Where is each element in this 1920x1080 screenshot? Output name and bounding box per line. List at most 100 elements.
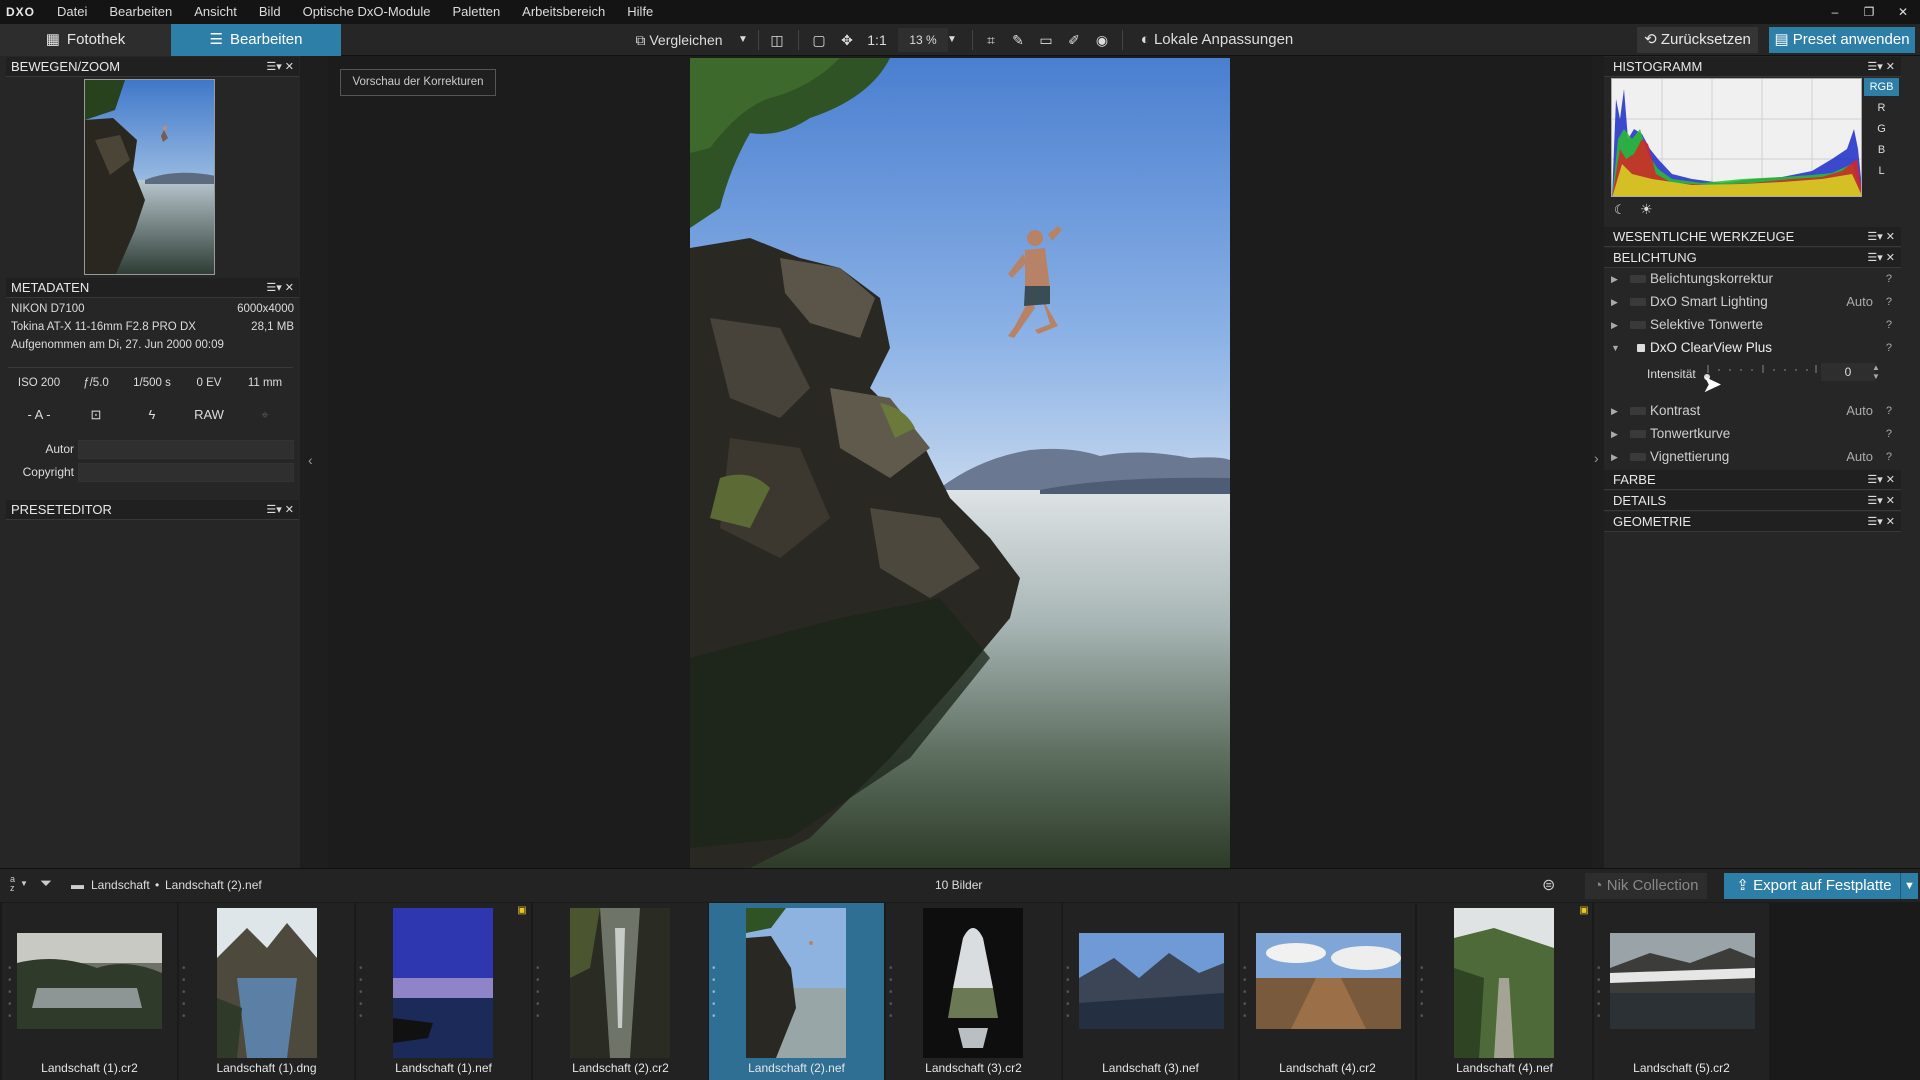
breadcrumb-file[interactable]: Landschaft (2).nef: [165, 878, 262, 892]
tool-toggle[interactable]: [1630, 275, 1646, 283]
details-header[interactable]: DETAILS ☰▾ ✕: [1604, 491, 1901, 511]
tool-tonwertkurve[interactable]: ▶ Tonwertkurve ?: [1604, 423, 1901, 445]
exposure-header[interactable]: BELICHTUNG ☰▾ ✕: [1604, 248, 1901, 268]
panel-menu-icon[interactable]: ☰▾ ✕: [1867, 470, 1895, 490]
author-field[interactable]: [78, 440, 294, 459]
left-panel-collapse-strip[interactable]: ‹: [300, 56, 328, 868]
essential-tools-header[interactable]: WESENTLICHE WERKZEUGE ☰▾ ✕: [1604, 227, 1901, 247]
tool-toggle[interactable]: [1637, 344, 1645, 352]
breadcrumb-folder[interactable]: Landschaft: [91, 878, 150, 892]
rating-dots[interactable]: • • • • •: [889, 963, 893, 1023]
film-item[interactable]: • • • • • Landschaft (2).cr2: [533, 903, 708, 1080]
film-item-selected[interactable]: • • • • • Landschaft (2).nef: [709, 903, 884, 1080]
panel-menu-icon[interactable]: ☰▾ ✕: [266, 278, 294, 298]
film-item[interactable]: • • • • • Landschaft (1).cr2: [2, 903, 177, 1080]
preset-editor-header[interactable]: PRESETEDITOR ☰▾ ✕: [6, 500, 299, 520]
film-item[interactable]: • • • • • Landschaft (3).cr2: [886, 903, 1061, 1080]
panel-menu-icon[interactable]: ☰▾ ✕: [1867, 57, 1895, 77]
picker-icon[interactable]: ✎: [1007, 28, 1029, 52]
channel-rgb[interactable]: RGB: [1864, 78, 1899, 96]
fit-screen-icon[interactable]: ▢: [808, 28, 830, 52]
rating-dots[interactable]: • • • • •: [1066, 963, 1070, 1023]
minimize-button[interactable]: –: [1818, 0, 1852, 24]
menu-bild[interactable]: Bild: [248, 0, 292, 24]
panel-menu-icon[interactable]: ☰▾ ✕: [1867, 491, 1895, 511]
sort-dropdown-icon[interactable]: ▼: [20, 879, 28, 888]
channel-r[interactable]: R: [1864, 99, 1899, 117]
color-header[interactable]: FARBE ☰▾ ✕: [1604, 470, 1901, 490]
right-panel-collapse-strip[interactable]: ›: [1592, 56, 1604, 868]
help-icon[interactable]: ?: [1886, 446, 1892, 468]
highlight-clipping-icon[interactable]: ☀: [1640, 201, 1653, 218]
intensity-value-field[interactable]: 0: [1821, 363, 1875, 381]
shadow-clipping-icon[interactable]: ☾: [1614, 202, 1626, 218]
geometry-header[interactable]: GEOMETRIE ☰▾ ✕: [1604, 512, 1901, 532]
filter-icon[interactable]: ⏷: [40, 875, 52, 892]
copyright-field[interactable]: [78, 463, 294, 482]
close-button[interactable]: ✕: [1886, 0, 1920, 24]
menu-ansicht[interactable]: Ansicht: [183, 0, 248, 24]
zoom-field[interactable]: 13 %: [898, 28, 948, 52]
compare-dropdown-icon[interactable]: ▼: [735, 28, 751, 52]
compare-button[interactable]: ⧉ Vergleichen: [624, 28, 734, 52]
tool-selektive-tonwerte[interactable]: ▶ Selektive Tonwerte ?: [1604, 314, 1901, 336]
channel-l[interactable]: L: [1864, 162, 1899, 180]
tool-toggle[interactable]: [1630, 321, 1646, 329]
repair-icon[interactable]: ✐: [1063, 28, 1085, 52]
menu-arbeitsbereich[interactable]: Arbeitsbereich: [511, 0, 616, 24]
expand-icon[interactable]: ▶: [1611, 423, 1618, 445]
expand-icon[interactable]: ▶: [1611, 400, 1618, 422]
horizon-icon[interactable]: ▭: [1035, 28, 1057, 52]
help-icon[interactable]: ?: [1886, 291, 1892, 313]
panel-menu-icon[interactable]: ☰▾ ✕: [1867, 248, 1895, 268]
main-photo[interactable]: [690, 58, 1230, 868]
menu-bearbeiten[interactable]: Bearbeiten: [98, 0, 183, 24]
spinner-icon[interactable]: ▲ ▼: [1872, 363, 1880, 381]
tool-toggle[interactable]: [1630, 453, 1646, 461]
film-item[interactable]: • • • • • Landschaft (5).cr2: [1594, 903, 1769, 1080]
tool-toggle[interactable]: [1630, 407, 1646, 415]
help-icon[interactable]: ?: [1886, 423, 1892, 445]
collapse-icon[interactable]: ▼: [1611, 337, 1620, 359]
channel-b[interactable]: B: [1864, 141, 1899, 159]
tool-kontrast[interactable]: ▶ Kontrast Auto ?: [1604, 400, 1901, 422]
tab-bearbeiten[interactable]: ☰ Bearbeiten: [171, 24, 341, 56]
tool-belichtungskorrektur[interactable]: ▶ Belichtungskorrektur ?: [1604, 268, 1901, 290]
tool-toggle[interactable]: [1630, 298, 1646, 306]
sort-icon[interactable]: a z: [10, 875, 15, 893]
rating-dots[interactable]: • • • • •: [1243, 963, 1247, 1023]
navigator-thumbnail[interactable]: [84, 79, 215, 275]
help-icon[interactable]: ?: [1886, 268, 1892, 290]
expand-icon[interactable]: ▶: [1611, 446, 1618, 468]
film-item[interactable]: • • • • • Landschaft (3).nef: [1063, 903, 1238, 1080]
tool-smart-lighting[interactable]: ▶ DxO Smart Lighting Auto ?: [1604, 291, 1901, 313]
one-to-one-button[interactable]: 1:1: [862, 28, 892, 52]
eye-icon[interactable]: ◉: [1091, 28, 1113, 52]
film-item[interactable]: ▣ • • • • • Landschaft (1).nef: [356, 903, 531, 1080]
rating-dots[interactable]: • • • • •: [1420, 963, 1424, 1023]
share-icon[interactable]: ⊜: [1542, 875, 1555, 895]
rating-dots[interactable]: • • • • •: [1597, 963, 1601, 1023]
menu-datei[interactable]: Datei: [46, 0, 98, 24]
help-icon[interactable]: ?: [1886, 337, 1892, 359]
histogram-header[interactable]: HISTOGRAMM ☰▾ ✕: [1604, 57, 1901, 77]
rating-dots[interactable]: • • • • •: [712, 963, 716, 1023]
menu-hilfe[interactable]: Hilfe: [616, 0, 664, 24]
rating-dots[interactable]: • • • • •: [8, 963, 12, 1023]
export-dropdown-icon[interactable]: ▼: [1900, 873, 1918, 899]
nik-collection-button[interactable]: ◔ Nik Collection: [1585, 873, 1707, 899]
restore-button[interactable]: ❐: [1852, 0, 1886, 24]
film-item[interactable]: ▣ • • • • • Landschaft (4).nef: [1417, 903, 1592, 1080]
tool-clearview-plus[interactable]: ▼ DxO ClearView Plus ?: [1604, 337, 1901, 359]
expand-icon[interactable]: ▶: [1611, 268, 1618, 290]
panel-menu-icon[interactable]: ☰▾ ✕: [1867, 227, 1895, 247]
panel-menu-icon[interactable]: ☰▾ ✕: [1867, 512, 1895, 532]
collapse-right-icon[interactable]: ›: [1594, 450, 1599, 466]
tool-toggle[interactable]: [1630, 430, 1646, 438]
preview-corrections-button[interactable]: Vorschau der Korrekturen: [340, 69, 496, 96]
expand-icon[interactable]: ▶: [1611, 314, 1618, 336]
local-adjustments-button[interactable]: ◐ Lokale Anpassungen: [1132, 28, 1302, 52]
help-icon[interactable]: ?: [1886, 400, 1892, 422]
tab-fotothek[interactable]: ▦ Fotothek: [0, 24, 171, 56]
film-item[interactable]: • • • • • Landschaft (4).cr2: [1240, 903, 1415, 1080]
